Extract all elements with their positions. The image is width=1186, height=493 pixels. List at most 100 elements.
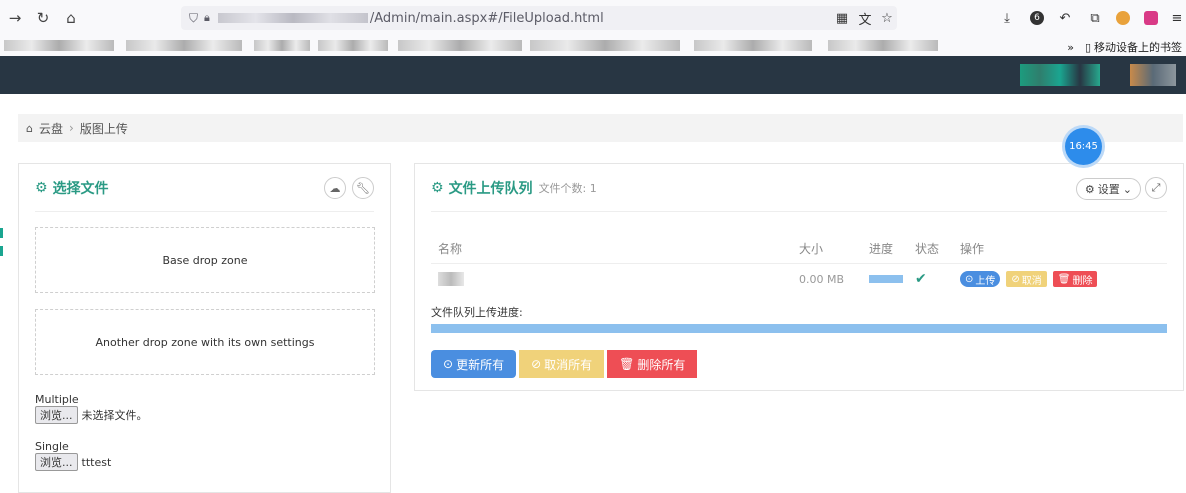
queue-progress-bar [431,324,1167,333]
clock-badge[interactable]: 16:45 [1065,128,1102,165]
clock-time: 16:45 [1069,141,1098,152]
table-row: 0.00 MB ✔ ⊙ 上传 ⊘ 取消 🗑︎ 删除 [431,264,1167,294]
panel-header: ⚙ 选择文件 ☁ 🔧︎ [35,164,374,212]
left-edge-marker [0,246,3,256]
breadcrumb-current: 版图上传 [79,121,128,136]
single-file-status: tttest [81,455,112,469]
mobile-bookmarks-label: 移动设备上的书签 [1094,41,1182,54]
column-status: 状态 [915,242,940,256]
cancel-button[interactable]: ⊘ 取消 [1006,271,1047,287]
file-count: 文件个数: 1 [538,181,597,195]
drop-zone-label: Another drop zone with its own settings [95,335,315,349]
star-icon[interactable]: ☆ [878,9,896,27]
settings-dropdown[interactable]: ⚙ 设置 ⌄ [1075,178,1141,200]
wrench-icon[interactable]: 🔧︎ [352,177,374,199]
redacted-host [217,13,368,23]
extensions-icon[interactable]: ⧉ [1086,9,1104,27]
panel-title-text: 选择文件 [52,180,109,197]
redacted-bookmark[interactable] [530,40,680,51]
check-icon: ✔ [915,271,927,287]
home-icon[interactable]: ⌂ [60,7,82,29]
trash-icon: 🗑︎ [619,357,635,371]
cancel-label: 取消 [1021,275,1042,287]
qr-code-icon[interactable]: ▦ [833,9,851,27]
gear-icon: ⚙ [35,179,48,196]
translate-icon[interactable]: 文 [856,9,874,28]
upload-label: 上传 [975,275,996,287]
cloud-upload-icon[interactable]: ☁ [324,177,346,199]
expand-icon[interactable]: ⤢ [1145,177,1167,199]
column-actions: 操作 [960,242,985,256]
panel-header: ⚙ 文件上传队列 文件个数: 1 ⚙ 设置 ⌄ ⤢ [431,164,1167,212]
gears-icon: ⚙ [1084,182,1095,196]
app-header [0,56,1186,94]
address-bar[interactable]: ⛉ 🔒︎ /Admin/main.aspx#/FileUpload.html [181,6,897,30]
breadcrumb-home[interactable]: 云盘 [39,120,63,137]
upload-queue-panel: ⚙ 文件上传队列 文件个数: 1 ⚙ 设置 ⌄ ⤢ 名称 大小 进度 状态 操作… [414,163,1184,391]
update-all-button[interactable]: ⊙ 更新所有 [431,350,517,378]
table-header: 名称 大小 进度 状态 操作 [431,234,1167,264]
url-path: /Admin/main.aspx#/FileUpload.html [369,10,604,26]
left-edge-marker [0,228,3,238]
home-icon[interactable]: ⌂ [26,122,33,135]
base-drop-zone[interactable]: Base drop zone [35,227,375,293]
menu-icon[interactable]: ≡ [1168,9,1186,27]
delete-all-label: 删除所有 [637,357,686,372]
file-name [431,272,799,286]
upload-button[interactable]: ⊙ 上传 [960,271,1001,287]
another-drop-zone[interactable]: Another drop zone with its own settings [35,309,375,375]
download-icon[interactable]: ⤓ [998,9,1016,27]
reload-icon[interactable]: ↻ [32,7,54,29]
drop-zone-label: Base drop zone [162,253,248,267]
panel-title-text: 文件上传队列 [448,180,533,197]
multiple-file-status: 未选择文件。 [81,409,148,422]
shield-icon: ⛉ [189,10,199,25]
file-status: ✔ [915,271,960,287]
single-file-input: 浏览... tttest [35,453,111,471]
mobile-bookmarks[interactable]: » ▯ 移动设备上的书签 [1067,39,1182,55]
chevron-double-right-icon[interactable]: » [1067,41,1074,54]
forward-icon[interactable]: → [4,7,26,29]
extension-icon[interactable] [1142,9,1160,27]
single-label: Single [35,440,69,453]
column-progress: 进度 [869,242,894,256]
file-progress [869,275,915,283]
redacted-user[interactable] [1130,64,1176,86]
redacted-header-logo [1020,64,1100,86]
redacted-bookmark[interactable] [126,40,242,51]
redacted-bookmark[interactable] [398,40,522,51]
upload-queue-table: 名称 大小 进度 状态 操作 0.00 MB ✔ ⊙ 上传 ⊘ 取消 🗑︎ 删除 [431,234,1167,294]
cancel-all-button[interactable]: ⊘ 取消所有 [519,350,605,378]
cancel-all-label: 取消所有 [544,357,593,372]
redacted-bookmark[interactable] [694,40,812,51]
redacted-file-name [438,272,464,286]
upload-icon: ⊙ [965,273,974,285]
queue-progress-label: 文件队列上传进度: [431,306,523,319]
mobile-icon: ▯ [1084,40,1091,54]
breadcrumb: ⌂ 云盘 › 版图上传 [18,114,1183,142]
delete-button[interactable]: 🗑︎ 删除 [1052,271,1098,287]
extension-icon[interactable] [1114,9,1132,27]
single-browse-button[interactable]: 浏览... [35,453,78,471]
queue-actions: ⊙ 更新所有 ⊘ 取消所有 🗑︎ 删除所有 [431,350,698,378]
gear-icon: ⚙ [431,179,444,196]
delete-all-button[interactable]: 🗑︎ 删除所有 [607,350,698,378]
redacted-bookmark[interactable] [828,40,938,51]
select-files-panel: ⚙ 选择文件 ☁ 🔧︎ Base drop zone Another drop … [18,163,391,493]
file-size: 0.00 MB [799,272,845,286]
ban-icon: ⊘ [1011,273,1020,285]
account-badge-icon[interactable]: 6 [1028,9,1046,27]
update-all-label: 更新所有 [456,357,505,372]
redacted-bookmark[interactable] [4,40,114,51]
row-actions: ⊙ 上传 ⊘ 取消 🗑︎ 删除 [960,271,1167,287]
upload-icon: ⊙ [443,357,454,371]
back-arrow-icon[interactable]: ↶ [1056,9,1074,27]
redacted-bookmark[interactable] [318,40,388,51]
panel-title: ⚙ 文件上传队列 [431,178,533,198]
column-name: 名称 [438,242,463,256]
file-progress-bar [869,275,903,283]
redacted-bookmark[interactable] [254,40,310,51]
chevron-down-icon: ⌄ [1122,182,1132,196]
multiple-browse-button[interactable]: 浏览... [35,406,78,424]
bookmarks-bar: » ▯ 移动设备上的书签 [0,36,1186,56]
